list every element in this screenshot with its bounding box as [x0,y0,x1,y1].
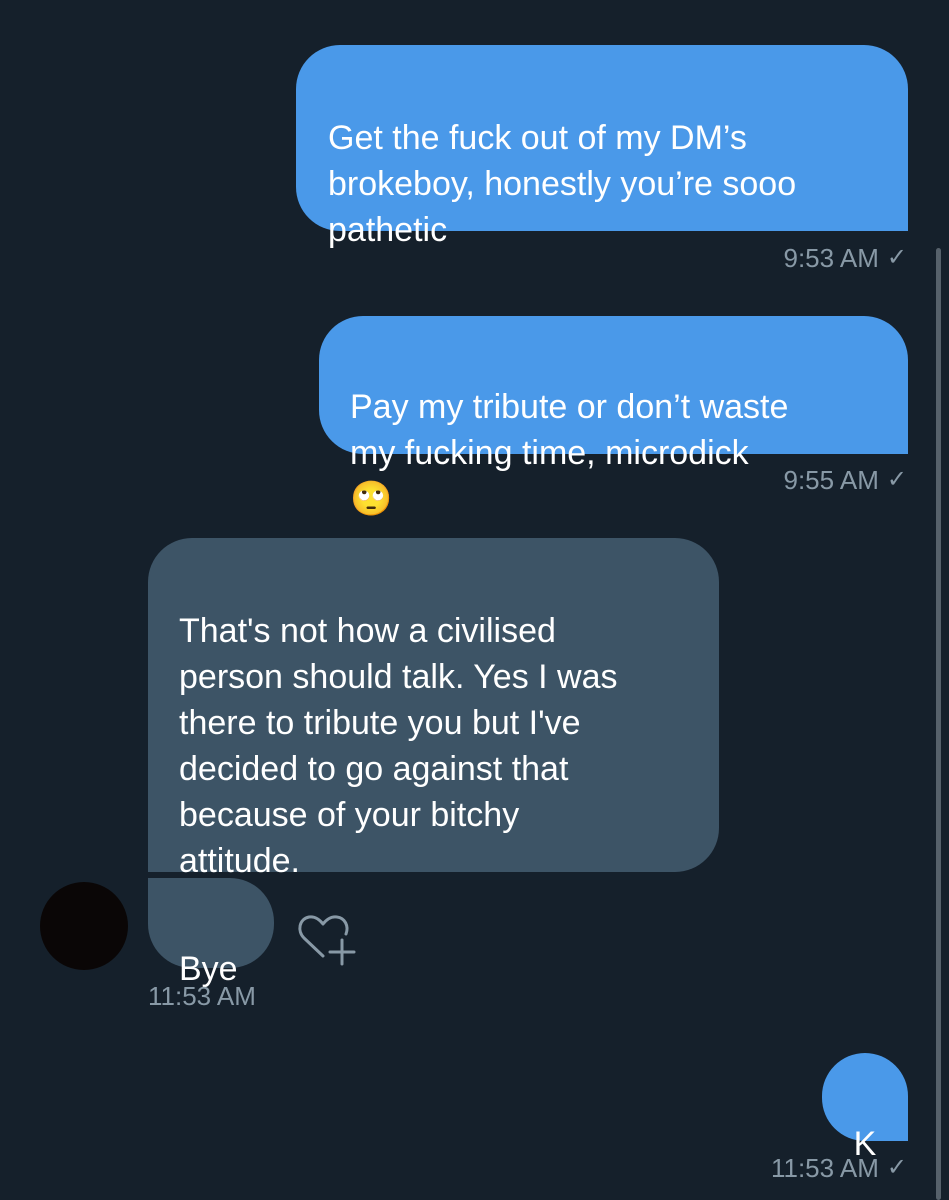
message-timestamp: 9:53 AM [783,243,879,273]
sent-message-bubble[interactable]: Get the fuck out of my DM’s brokeboy, ho… [296,45,908,249]
dm-conversation-screen: { "theme": { "background": "#15202b", "s… [0,0,949,1200]
sent-message-bubble[interactable]: K [822,1053,908,1163]
face-with-rolling-eyes-icon: 🙄 [350,480,393,518]
message-meta: 9:55 AM ✓ [783,465,907,495]
message-text: That's not how a civilised person should… [179,612,618,880]
message-timestamp: 11:53 AM [148,981,256,1011]
message-meta: 11:53 AM [148,981,256,1011]
message-timestamp: 9:55 AM [783,465,879,495]
checkmark-icon: ✓ [886,244,907,271]
avatar[interactable] [40,882,128,970]
add-reaction-heart-icon[interactable] [296,910,358,966]
checkmark-icon: ✓ [886,1154,907,1181]
message-timestamp: 11:53 AM [770,1153,879,1183]
checkmark-icon: ✓ [886,466,907,493]
received-message-bubble[interactable]: Bye [148,878,274,988]
message-text: Pay my tribute or don’t waste my fucking… [350,388,789,472]
scrollbar[interactable] [936,248,941,1200]
message-meta: 11:53 AM ✓ [771,1153,907,1183]
message-meta: 9:53 AM ✓ [783,243,907,273]
sent-message-bubble[interactable]: Pay my tribute or don’t waste my fucking… [319,316,908,518]
message-text: Get the fuck out of my DM’s brokeboy, ho… [328,119,797,249]
received-message-bubble[interactable]: That's not how a civilised person should… [148,538,719,880]
